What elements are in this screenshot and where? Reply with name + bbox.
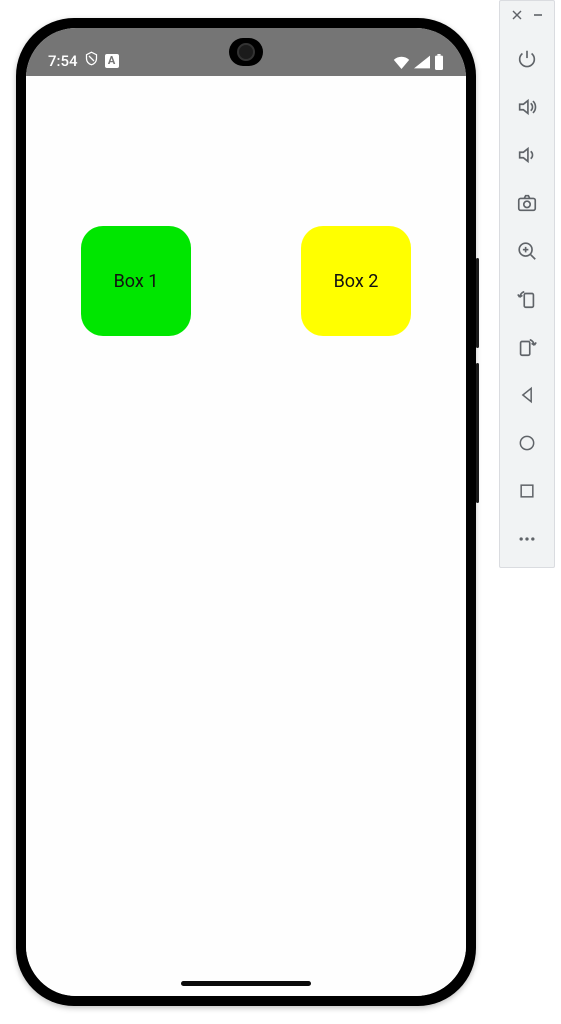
zoom-in-button[interactable]: [511, 237, 543, 265]
back-button[interactable]: [511, 381, 543, 409]
status-time: 7:54: [48, 52, 78, 70]
volume-up-button[interactable]: [511, 93, 543, 121]
more-button[interactable]: [511, 525, 543, 553]
wifi-icon: [393, 55, 410, 69]
box-1[interactable]: Box 1: [81, 226, 191, 336]
rotate-right-button[interactable]: [511, 333, 543, 361]
camera-button[interactable]: [511, 189, 543, 217]
privacy-shield-icon: [84, 51, 99, 70]
status-left: 7:54 A: [48, 51, 119, 70]
box-row: Box 1 Box 2: [26, 76, 466, 336]
home-button[interactable]: [511, 429, 543, 457]
status-right: [393, 54, 444, 70]
camera-punch-hole: [229, 38, 263, 66]
cell-signal-icon: [414, 55, 430, 69]
toolbar-window-controls: [500, 7, 554, 23]
minimize-button[interactable]: [530, 7, 546, 23]
box-1-label: Box 1: [114, 271, 159, 292]
volume-down-button[interactable]: [511, 141, 543, 169]
close-button[interactable]: [509, 7, 525, 23]
device-screen: 7:54 A: [26, 28, 466, 996]
device-side-button: [476, 258, 479, 348]
overview-button[interactable]: [511, 477, 543, 505]
emulator-toolbar: [499, 0, 555, 568]
box-2[interactable]: Box 2: [301, 226, 411, 336]
device-side-button: [476, 363, 479, 503]
power-button[interactable]: [511, 45, 543, 73]
rotate-left-button[interactable]: [511, 285, 543, 313]
status-bar: 7:54 A: [26, 28, 466, 76]
gesture-nav-indicator[interactable]: [181, 981, 311, 986]
app-content[interactable]: Box 1 Box 2: [26, 76, 466, 996]
battery-full-icon: [434, 54, 444, 70]
box-2-label: Box 2: [334, 271, 379, 292]
square-a-icon: A: [105, 54, 119, 68]
device-frame: 7:54 A: [16, 18, 476, 1006]
